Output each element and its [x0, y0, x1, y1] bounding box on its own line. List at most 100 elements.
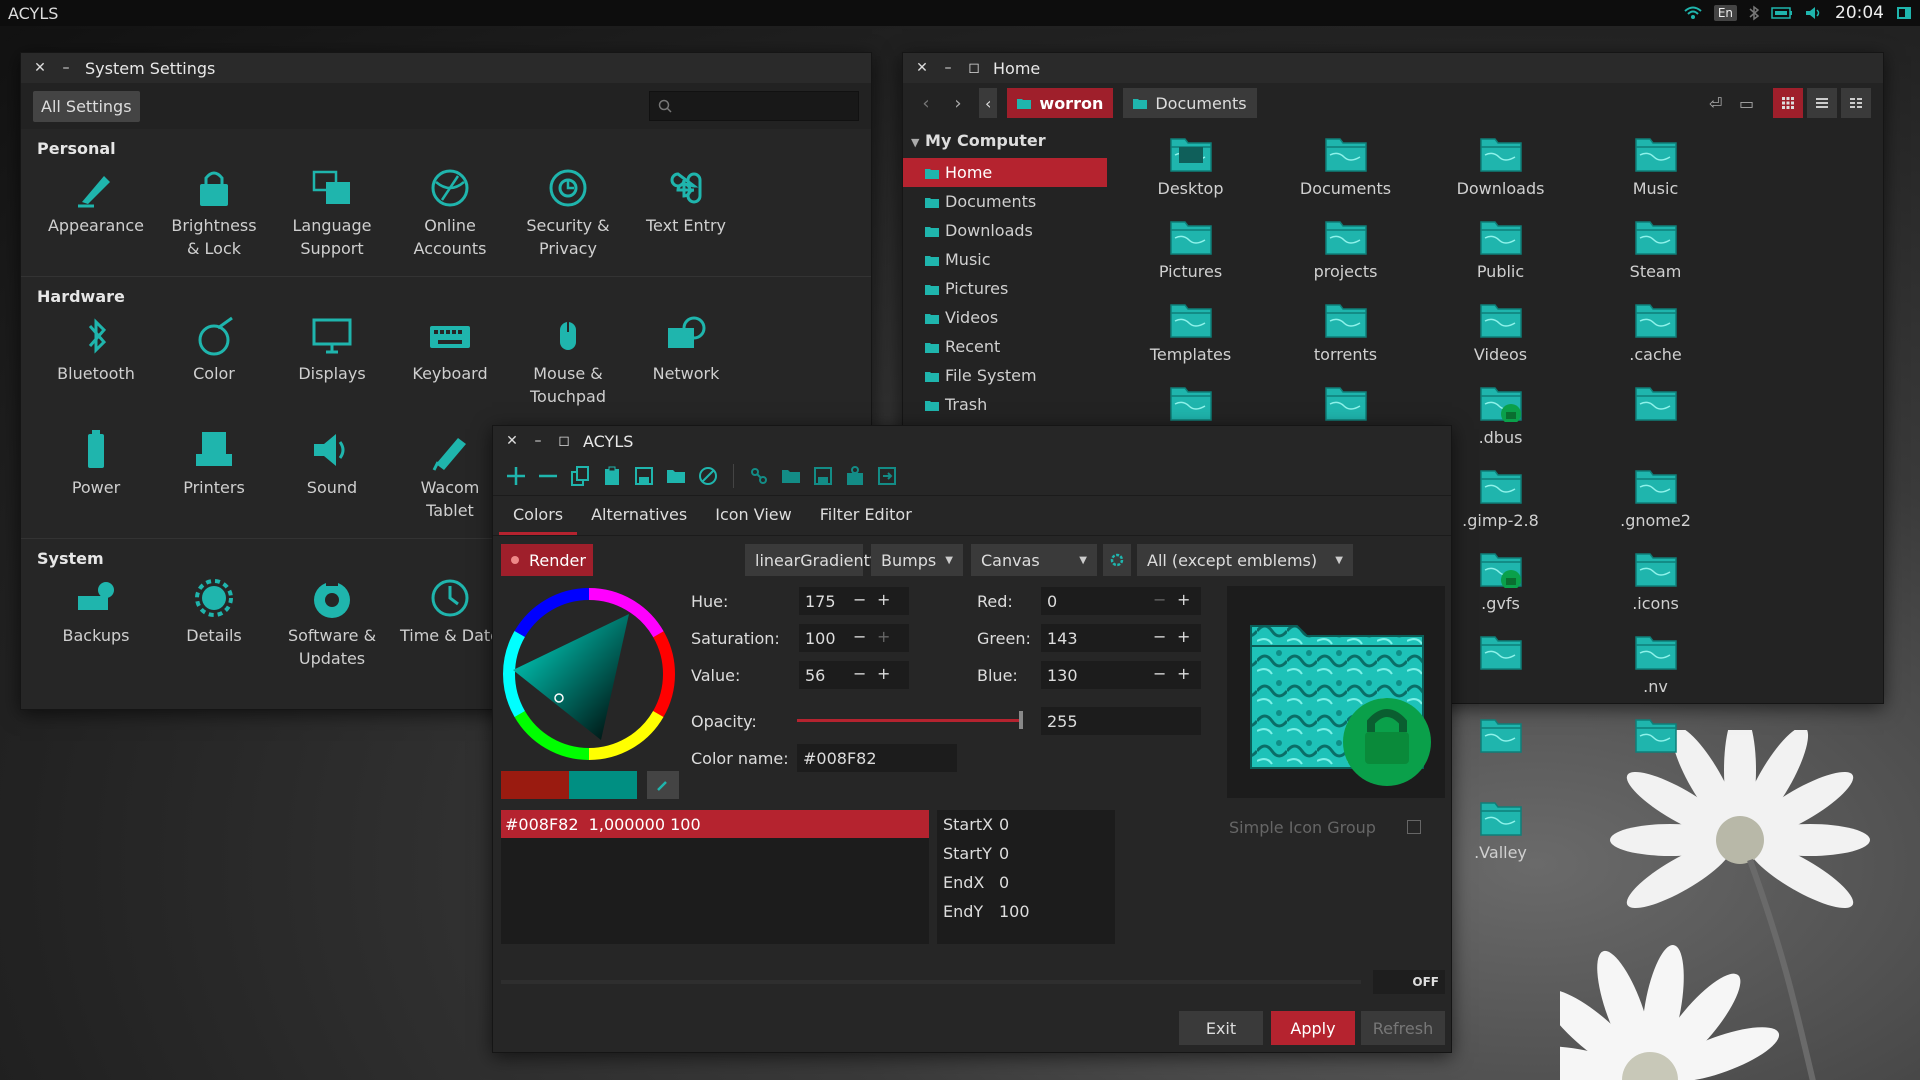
green-increment[interactable]: +: [1177, 627, 1190, 646]
search-input[interactable]: [649, 91, 859, 121]
sidebar-item-downloads[interactable]: Downloads: [903, 216, 1107, 245]
hue-increment[interactable]: +: [877, 590, 890, 609]
settings-item-displays[interactable]: Displays: [273, 310, 391, 408]
sidebar-item-file-system[interactable]: File System: [903, 361, 1107, 390]
apply-button[interactable]: Apply: [1271, 1011, 1355, 1045]
color-wheel[interactable]: [501, 586, 677, 762]
file-item-blank[interactable]: [1578, 706, 1733, 789]
export-icon[interactable]: [812, 465, 834, 487]
file-item-templates[interactable]: Templates: [1113, 291, 1268, 374]
opacity-slider[interactable]: [797, 719, 1021, 722]
filter-dropdown[interactable]: Bumps ▼: [871, 544, 963, 576]
minimize-button[interactable]: –: [59, 60, 73, 76]
settings-item-software-updates[interactable]: Software & Updates: [273, 572, 391, 670]
maximize-button[interactable]: ◻: [967, 60, 981, 76]
settings-item-appearance[interactable]: Appearance: [37, 162, 155, 260]
battery-icon[interactable]: [1771, 7, 1793, 19]
volume-icon[interactable]: [1805, 6, 1823, 20]
keyboard-layout-indicator[interactable]: En: [1713, 5, 1737, 21]
settings-item-security-privacy[interactable]: Security & Privacy: [509, 162, 627, 260]
settings-item-language-support[interactable]: Language Support: [273, 162, 391, 260]
value-decrement[interactable]: −: [853, 664, 866, 683]
settings-item-backups[interactable]: Backups: [37, 572, 155, 670]
red-increment[interactable]: +: [1177, 590, 1190, 609]
save-icon[interactable]: [633, 465, 655, 487]
settings-item-bluetooth[interactable]: Bluetooth: [37, 310, 155, 408]
settings-item-text-entry[interactable]: Text Entry: [627, 162, 745, 260]
opacity-input[interactable]: 255: [1041, 707, 1201, 735]
filter-icon[interactable]: [748, 465, 770, 487]
tab-icon-view[interactable]: Icon View: [701, 505, 806, 535]
settings-item-printers[interactable]: Printers: [155, 424, 273, 522]
file-item-pictures[interactable]: Pictures: [1113, 208, 1268, 291]
settings-item-sound[interactable]: Sound: [273, 424, 391, 522]
stop-row[interactable]: #008F82 1,000000 100: [501, 810, 929, 838]
blue-decrement[interactable]: −: [1153, 664, 1166, 683]
green-decrement[interactable]: −: [1153, 627, 1166, 646]
gradient-stops-list[interactable]: #008F82 1,000000 100: [501, 810, 929, 944]
copy-icon[interactable]: [569, 465, 591, 487]
settings-item-details[interactable]: Details: [155, 572, 273, 670]
package-icon[interactable]: [844, 465, 866, 487]
refresh-preview-button[interactable]: [1103, 544, 1131, 576]
forward-button[interactable]: ›: [947, 93, 969, 114]
file-item-projects[interactable]: projects: [1268, 208, 1423, 291]
simple-icon-group-checkbox[interactable]: [1407, 820, 1421, 834]
coord-endx[interactable]: EndX 0: [937, 868, 1115, 897]
toggle-switch[interactable]: OFF: [1373, 970, 1445, 994]
clock[interactable]: 20:04: [1835, 3, 1884, 23]
file-item-cache[interactable]: .cache: [1578, 291, 1733, 374]
gradient-dropdown[interactable]: linearGradient▼: [745, 544, 878, 576]
remove-icon[interactable]: [537, 465, 559, 487]
terminal-icon[interactable]: ▭: [1739, 94, 1769, 113]
tab-filter-editor[interactable]: Filter Editor: [806, 505, 926, 535]
breadcrumb-worron[interactable]: worron: [1007, 88, 1114, 118]
apply-icon[interactable]: [876, 465, 898, 487]
icon-view-button[interactable]: [1773, 88, 1803, 118]
new-folder-icon[interactable]: ⏎: [1709, 94, 1735, 113]
minimize-button[interactable]: –: [531, 433, 545, 449]
sidebar-item-music[interactable]: Music: [903, 245, 1107, 274]
saturation-increment[interactable]: +: [877, 627, 890, 646]
horizontal-scrollbar[interactable]: [501, 980, 1361, 984]
scope-dropdown[interactable]: All (except emblems) ▼: [1137, 544, 1353, 576]
red-decrement[interactable]: −: [1153, 590, 1166, 609]
render-button[interactable]: Render: [501, 544, 593, 576]
exit-button[interactable]: Exit: [1179, 1011, 1263, 1045]
breadcrumb-documents[interactable]: Documents: [1123, 88, 1257, 118]
file-item-blank[interactable]: [1578, 374, 1733, 457]
settings-item-network[interactable]: Network: [627, 310, 745, 408]
bluetooth-icon[interactable]: [1749, 5, 1759, 21]
file-item-steam[interactable]: Steam: [1578, 208, 1733, 291]
sidebar-item-videos[interactable]: Videos: [903, 303, 1107, 332]
list-view-button[interactable]: [1807, 88, 1837, 118]
file-item-gnome2[interactable]: .gnome2: [1578, 457, 1733, 540]
settings-item-power[interactable]: Power: [37, 424, 155, 522]
settings-item-keyboard[interactable]: Keyboard: [391, 310, 509, 408]
file-item-desktop[interactable]: Desktop: [1113, 125, 1268, 208]
hue-decrement[interactable]: −: [853, 590, 866, 609]
sidebar-item-trash[interactable]: Trash: [903, 390, 1107, 419]
tab-alternatives[interactable]: Alternatives: [577, 505, 701, 535]
settings-item-brightness-lock[interactable]: Brightness & Lock: [155, 162, 273, 260]
color-name-input[interactable]: #008F82: [797, 744, 957, 772]
reset-icon[interactable]: [697, 465, 719, 487]
background-dropdown[interactable]: Canvas ▼: [971, 544, 1097, 576]
maximize-button[interactable]: ◻: [557, 433, 571, 449]
close-button[interactable]: ✕: [505, 433, 519, 449]
close-button[interactable]: ✕: [915, 60, 929, 76]
coord-starty[interactable]: StartY 0: [937, 839, 1115, 868]
coord-startx[interactable]: StartX 0: [937, 810, 1115, 839]
file-item-public[interactable]: Public: [1423, 208, 1578, 291]
coord-endy[interactable]: EndY 100: [937, 897, 1115, 926]
sidebar-group-my-computer[interactable]: ▼ My Computer: [903, 123, 1107, 158]
sidebar-item-documents[interactable]: Documents: [903, 187, 1107, 216]
file-item-videos[interactable]: Videos: [1423, 291, 1578, 374]
close-button[interactable]: ✕: [33, 60, 47, 76]
blue-increment[interactable]: +: [1177, 664, 1190, 683]
file-item-icons[interactable]: .icons: [1578, 540, 1733, 623]
notification-icon[interactable]: [1896, 6, 1912, 20]
folder-icon[interactable]: [780, 465, 802, 487]
all-settings-button[interactable]: All Settings: [33, 90, 140, 122]
settings-item-color[interactable]: Color: [155, 310, 273, 408]
